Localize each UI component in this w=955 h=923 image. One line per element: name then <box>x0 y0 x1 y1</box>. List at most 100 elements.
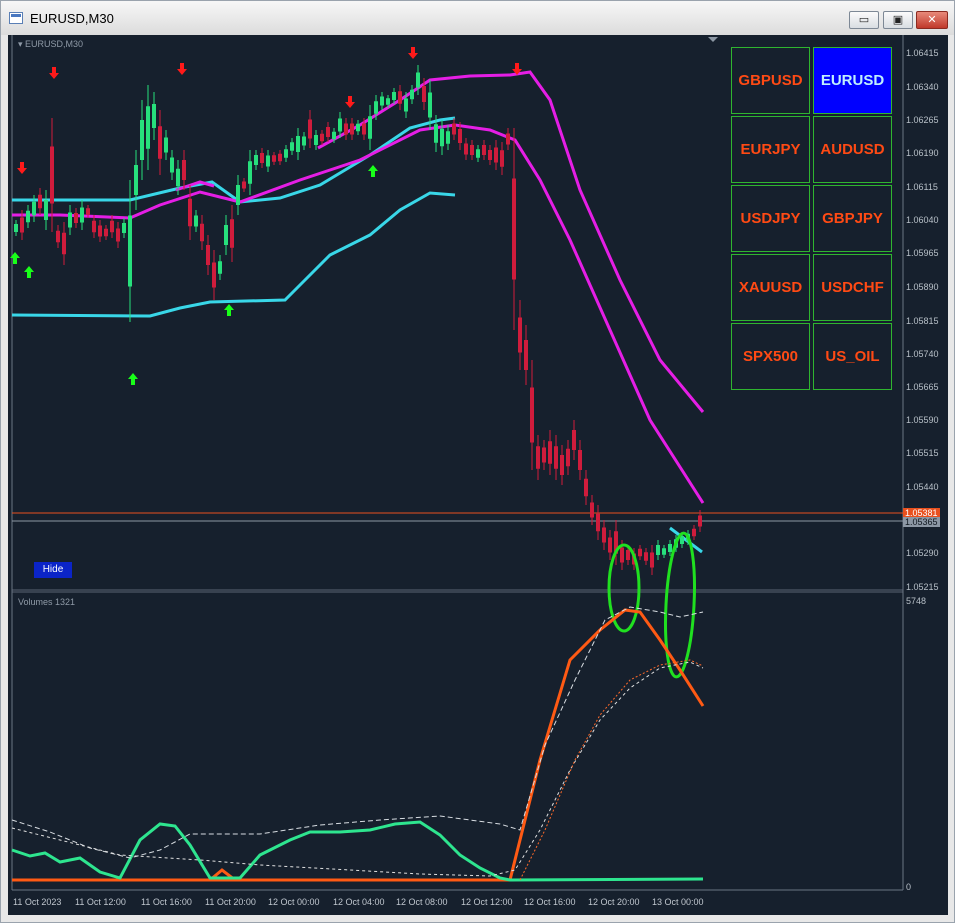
symbol-button-gbpusd[interactable]: GBPUSD <box>731 47 810 114</box>
candle-body <box>140 120 144 160</box>
candle-body <box>536 446 540 469</box>
price-chart[interactable] <box>0 0 955 923</box>
price-axis-label: 1.05890 <box>906 282 939 292</box>
price-axis-label: 1.05815 <box>906 316 939 326</box>
price-axis-label: 1.06115 <box>906 182 938 192</box>
candle-body <box>524 340 528 370</box>
symbol-button-usdchf[interactable]: USDCHF <box>813 254 892 321</box>
candle-body <box>98 225 102 237</box>
candle-body <box>350 123 354 135</box>
candle-body <box>14 224 18 232</box>
candle-body <box>608 537 612 553</box>
volume-max-label: 5748 <box>906 596 927 606</box>
candle-body <box>482 145 486 155</box>
candle-body <box>518 317 522 353</box>
candle-body <box>50 146 54 204</box>
price-axis-label: 1.05290 <box>906 548 939 558</box>
candle-body <box>662 548 666 555</box>
price-axis-label: 1.05740 <box>906 349 939 359</box>
buy-arrow-icon <box>128 373 138 385</box>
candle-body <box>572 430 576 450</box>
volume-line-orange <box>12 608 705 882</box>
candle-body <box>620 547 624 563</box>
candle-body <box>68 212 72 228</box>
candle-body <box>584 478 588 497</box>
candle-body <box>638 548 642 557</box>
candle-body <box>452 123 456 135</box>
price-axis-label: 1.06340 <box>906 82 939 92</box>
price-axis-label: 1.06040 <box>906 215 939 225</box>
candle-body <box>176 168 180 187</box>
trend-line-upper <box>12 116 456 204</box>
candle-body <box>146 106 150 149</box>
candle-body <box>170 157 174 173</box>
symbol-button-usdjpy[interactable]: USDJPY <box>731 185 810 252</box>
candle-body <box>476 149 480 158</box>
candle-body <box>128 215 132 287</box>
volumes-label: Volumes 1321 <box>18 597 76 607</box>
candle-body <box>416 72 420 88</box>
candle-body <box>272 155 276 162</box>
candle-body <box>488 150 492 160</box>
sell-arrow-icon <box>49 67 59 79</box>
candle-body <box>134 165 138 195</box>
candle-body <box>692 528 696 537</box>
time-axis-label: 11 Oct 2023 <box>13 897 62 907</box>
candle-body <box>26 210 30 223</box>
candle-body <box>164 137 168 153</box>
price-axis-label: 1.06190 <box>906 148 939 158</box>
candle-body <box>104 228 108 237</box>
candle-body <box>236 185 240 205</box>
price-axis-label: 1.05440 <box>906 482 939 492</box>
candle-body <box>332 131 336 140</box>
time-axis-label: 12 Oct 12:00 <box>461 897 513 907</box>
time-axis-label: 11 Oct 16:00 <box>141 897 192 907</box>
candle-body <box>392 92 396 100</box>
candle-body <box>386 98 390 105</box>
candle-body <box>578 450 582 470</box>
hide-button[interactable]: Hide <box>34 562 72 578</box>
candle-body <box>302 136 306 146</box>
sell-arrow-icon <box>345 96 355 108</box>
candle-body <box>548 441 552 464</box>
symbol-button-spx500[interactable]: SPX500 <box>731 323 810 390</box>
chart-symbol-text: EURUSD,M30 <box>25 39 84 49</box>
envelope-lower-line <box>12 123 705 504</box>
candle-body <box>542 447 546 463</box>
time-axis-label: 12 Oct 04:00 <box>333 897 385 907</box>
chart-shift-marker <box>708 37 718 42</box>
candle-body <box>260 153 264 163</box>
candle-body <box>314 135 318 145</box>
symbol-button-gbpjpy[interactable]: GBPJPY <box>813 185 892 252</box>
candle-body <box>356 123 360 132</box>
candle-body <box>464 143 468 155</box>
candle-body <box>242 181 246 189</box>
candle-body <box>86 208 90 215</box>
candle-body <box>32 201 36 216</box>
volume-ma-slow <box>11 661 704 877</box>
time-axis-label: 11 Oct 20:00 <box>205 897 256 907</box>
chart-symbol-label: ▾ EURUSD,M30 <box>18 39 84 49</box>
symbol-button-eurjpy[interactable]: EURJPY <box>731 116 810 183</box>
symbol-button-xauusd[interactable]: XAUUSD <box>731 254 810 321</box>
candle-body <box>344 123 348 135</box>
symbol-button-eurusd[interactable]: EURUSD <box>813 47 892 114</box>
current-price-tag: 1.05365 <box>903 517 940 527</box>
symbol-button-audusd[interactable]: AUDUSD <box>813 116 892 183</box>
candle-body <box>566 448 570 467</box>
candle-body <box>116 228 120 242</box>
candle-body <box>284 149 288 158</box>
candle-body <box>374 101 378 114</box>
candle-body <box>266 155 270 167</box>
time-axis-label: 13 Oct 00:00 <box>652 897 704 907</box>
candle-body <box>212 262 216 288</box>
candle-body <box>200 223 204 242</box>
sell-arrow-icon <box>408 47 418 59</box>
candle-body <box>434 124 438 143</box>
time-axis-label: 12 Oct 08:00 <box>396 897 448 907</box>
candle-body <box>110 220 114 233</box>
symbol-button-us-oil[interactable]: US_OIL <box>813 323 892 390</box>
candle-body <box>428 92 432 118</box>
chart-panel[interactable]: ▾ EURUSD,M30 Volumes 1321 1.06415 1.06340… <box>0 0 955 923</box>
candle-body <box>158 126 162 159</box>
